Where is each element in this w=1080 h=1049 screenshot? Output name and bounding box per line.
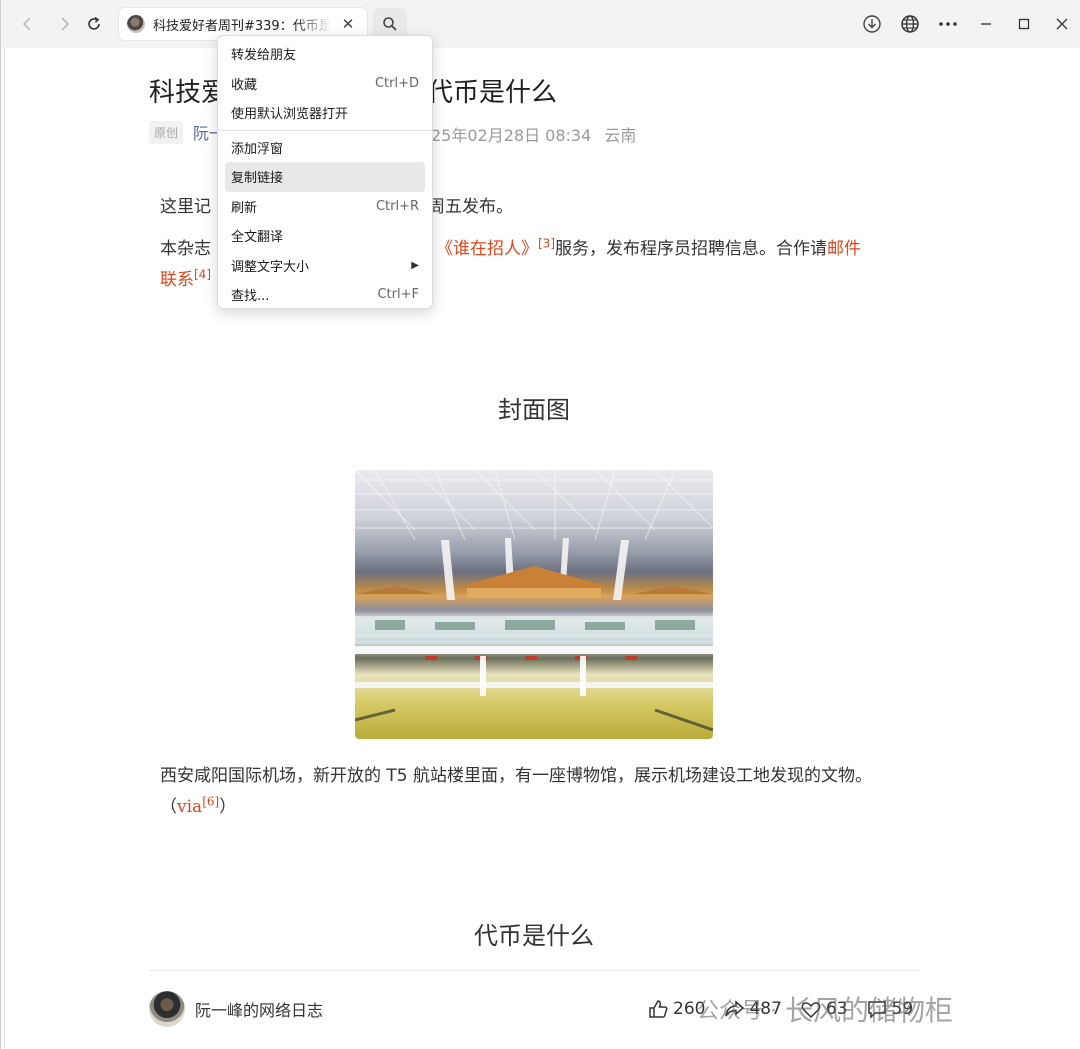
tab-favicon — [127, 15, 145, 33]
menu-item-find[interactable]: 查找... Ctrl+F — [225, 280, 425, 310]
publish-date: 25年02月28日 08:34 云南 — [431, 122, 636, 146]
context-menu: 转发给朋友 收藏 Ctrl+D 使用默认浏览器打开 添加浮窗 复制链接 刷新 C… — [217, 35, 433, 309]
window-controls — [853, 0, 1080, 48]
menu-item-open-in-default-browser[interactable]: 使用默认浏览器打开 — [225, 98, 425, 128]
article-footer: 阮一峰的网络日志 260 487 63 59 公众号 · 长风的储物柜 — [149, 989, 1049, 1029]
forward-button[interactable] — [47, 7, 81, 41]
watermark-large: 长风的储物柜 — [785, 994, 954, 1027]
submenu-arrow-icon: ▶ — [411, 259, 419, 271]
original-badge: 原创 — [149, 120, 184, 144]
footnote-4[interactable]: [4] — [194, 267, 211, 281]
watermark-small: 公众号 · — [697, 999, 777, 1024]
caption-source: （via[6]） — [160, 794, 237, 817]
like-icon — [649, 1000, 668, 1018]
date-text: 25年02月28日 08:34 — [431, 126, 592, 145]
account-name[interactable]: 阮一峰的网络日志 — [195, 997, 323, 1021]
caption-text: 西安咸阳国际机场，新开放的 T5 航站楼里面，有一座博物馆，展示机场建设工地发现… — [160, 766, 873, 786]
section-heading: 代币是什么 — [474, 922, 594, 950]
para2-mid: 服务，发布程序员招聘信息。合作请 — [555, 239, 827, 259]
globe-icon — [901, 15, 919, 33]
back-icon — [22, 17, 31, 31]
download-button[interactable] — [853, 7, 891, 41]
menu-item-translate-full-text[interactable]: 全文翻译 — [225, 221, 425, 251]
footnote-3[interactable]: [3] — [538, 236, 555, 250]
menu-label: 转发给朋友 — [231, 48, 297, 64]
menu-shortcut: Ctrl+F — [377, 287, 419, 303]
tab-title: 科技爱好者周刊#339：代币是什么 — [153, 18, 331, 34]
job-link[interactable]: 《谁在招人》 — [436, 239, 538, 259]
more-button[interactable] — [929, 7, 967, 41]
menu-label: 收藏 — [231, 77, 258, 93]
title-left: 科技爱 — [149, 78, 228, 108]
search-icon — [383, 17, 397, 31]
menu-shortcut: Ctrl+D — [374, 75, 419, 91]
forward-icon — [61, 17, 70, 31]
article-view[interactable]: 科技爱 代币是什么 原创 阮一 25年02月28日 08:34 云南 这里记 ，周五… — [1, 48, 1080, 1049]
via-link[interactable]: via — [177, 797, 202, 817]
avatar[interactable] — [149, 991, 185, 1027]
close-icon — [1056, 18, 1068, 30]
caption-close: ） — [219, 797, 237, 817]
back-button[interactable] — [11, 7, 45, 41]
menu-item-refresh[interactable]: 刷新 Ctrl+R — [225, 192, 425, 222]
more-icon — [939, 22, 957, 26]
close-window-button[interactable] — [1043, 7, 1080, 41]
article-meta: 原创 阮一 — [149, 120, 225, 144]
menu-separator — [218, 129, 432, 131]
email-link[interactable]: 邮件 — [827, 239, 861, 259]
cover-image[interactable] — [355, 470, 713, 739]
menu-shortcut: Ctrl+R — [375, 198, 419, 214]
menu-item-favorite[interactable]: 收藏 Ctrl+D — [225, 69, 425, 99]
contact-link[interactable]: 联系 — [160, 270, 194, 290]
caption-open: （ — [160, 797, 177, 817]
menu-label: 添加浮窗 — [231, 141, 284, 157]
footnote-6[interactable]: [6] — [202, 794, 219, 808]
cover-illustration — [355, 470, 713, 732]
location-text: 云南 — [604, 126, 637, 145]
menu-label: 使用默认浏览器打开 — [231, 107, 349, 123]
title-right: 代币是什么 — [427, 78, 558, 108]
watermark: 公众号 · 长风的储物柜 — [697, 989, 953, 1029]
minimize-icon — [981, 23, 991, 25]
para2-start: 本杂志 — [160, 239, 211, 259]
browser-window: 科技爱好者周刊#339：代币是什么 ✕ — [0, 0, 1080, 1049]
refresh-icon — [88, 16, 100, 30]
menu-label: 复制链接 — [231, 171, 284, 187]
minimize-button[interactable] — [967, 7, 1005, 41]
tab-close-button[interactable]: ✕ — [339, 15, 357, 33]
menu-label: 全文翻译 — [231, 230, 284, 246]
refresh-button[interactable] — [77, 7, 111, 41]
menu-item-copy-link[interactable]: 复制链接 — [225, 162, 425, 192]
cover-caption: 西安咸阳国际机场，新开放的 T5 航站楼里面，有一座博物馆，展示机场建设工地发现… — [160, 761, 895, 823]
menu-label: 查找... — [231, 289, 270, 305]
translate-button[interactable] — [891, 7, 929, 41]
para1-left: 这里记 — [160, 197, 211, 217]
menu-label: 调整文字大小 — [231, 259, 310, 275]
cover-heading: 封面图 — [498, 396, 570, 424]
title-bar: 科技爱好者周刊#339：代币是什么 ✕ — [1, 0, 1080, 48]
menu-label: 刷新 — [231, 200, 258, 216]
maximize-icon — [1018, 18, 1030, 30]
download-icon — [863, 15, 881, 33]
menu-item-forward-to-friend[interactable]: 转发给朋友 — [225, 39, 425, 69]
footer-divider — [149, 970, 919, 971]
menu-item-adjust-text-size[interactable]: 调整文字大小 ▶ — [225, 251, 425, 281]
menu-item-add-floating-window[interactable]: 添加浮窗 — [225, 133, 425, 163]
maximize-button[interactable] — [1005, 7, 1043, 41]
